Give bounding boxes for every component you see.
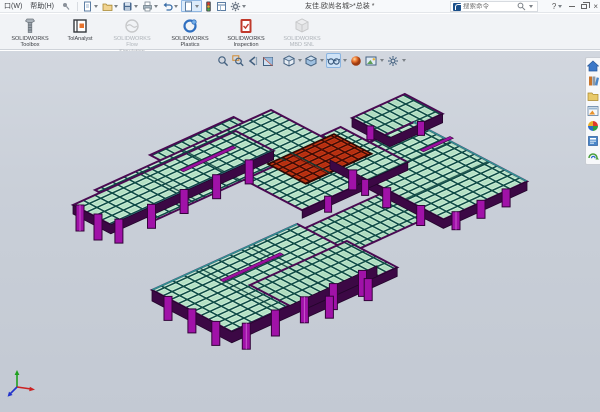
- coordinate-triad: [6, 366, 42, 400]
- toolbar-separator: [77, 2, 78, 11]
- restore-button[interactable]: [581, 4, 587, 9]
- edit-appearance-button[interactable]: [349, 54, 363, 68]
- headsup-view-toolbar: [216, 53, 407, 68]
- command-search[interactable]: [450, 1, 538, 12]
- title-bar: 口(W) 帮助(H): [0, 0, 600, 13]
- inspection-icon: [237, 17, 255, 35]
- ribbon-button-label: TolAnalyst: [52, 36, 108, 42]
- minimize-button[interactable]: [569, 6, 575, 8]
- hide-show-items-button[interactable]: [326, 53, 341, 68]
- display-style-button[interactable]: [304, 54, 318, 68]
- rebuild-traffic-light-button[interactable]: [203, 0, 214, 12]
- dropdown-caret[interactable]: [94, 5, 98, 8]
- plastics-icon: [181, 17, 199, 35]
- help-button[interactable]: ?: [552, 2, 556, 11]
- file-explorer-tab[interactable]: [587, 90, 599, 102]
- options-button[interactable]: [229, 0, 248, 12]
- document-title: 友佳.欧尚名城>*总装 *: [305, 1, 374, 11]
- dropdown-caret[interactable]: [380, 59, 384, 62]
- task-pane-tabs: [585, 57, 600, 165]
- graphics-viewport[interactable]: [0, 51, 600, 412]
- print-button[interactable]: [141, 0, 160, 12]
- close-button[interactable]: ×: [593, 3, 598, 11]
- selected-tool-button[interactable]: [181, 0, 202, 12]
- ribbon-button-label: SOLIDWORKSToolbox: [2, 36, 58, 49]
- save-button[interactable]: [121, 0, 140, 12]
- custom-properties-tab[interactable]: [587, 135, 599, 147]
- dropdown-caret[interactable]: [242, 5, 246, 8]
- view-settings-button[interactable]: [386, 54, 400, 68]
- solidworks-logo-icon: [453, 3, 461, 11]
- ribbon-button-plastics[interactable]: SOLIDWORKSPlastics: [162, 16, 218, 49]
- section-view-button[interactable]: [261, 54, 275, 68]
- undo-button[interactable]: [161, 0, 180, 12]
- ribbon-button-inspection[interactable]: SOLIDWORKSInspection: [218, 16, 274, 49]
- apply-scene-button[interactable]: [364, 54, 378, 68]
- file-properties-button[interactable]: [215, 0, 228, 12]
- design-library-tab[interactable]: [587, 75, 599, 87]
- view-orientation-button[interactable]: [282, 54, 296, 68]
- ribbon-button-mbd-snl: SOLIDWORKSMBD SNL: [274, 16, 330, 49]
- command-search-input[interactable]: [463, 3, 515, 10]
- zoom-to-area-button[interactable]: [231, 54, 245, 68]
- dropdown-caret[interactable]: [195, 5, 199, 8]
- search-dropdown-caret[interactable]: [529, 5, 533, 8]
- solidworks-forum-tab[interactable]: [587, 150, 599, 162]
- ribbon-addins-tab: SOLIDWORKSToolbox TolAnalyst SOLIDWORKSF…: [0, 14, 600, 50]
- pin-icon[interactable]: [61, 1, 71, 11]
- ribbon-button-flow-simulation: SOLIDWORKSFlowSimulation: [102, 16, 162, 55]
- solidworks-resources-tab[interactable]: [587, 60, 599, 72]
- model-3d-view[interactable]: [0, 51, 600, 412]
- dropdown-caret[interactable]: [402, 59, 406, 62]
- standard-toolbar: [81, 0, 248, 12]
- dropdown-caret[interactable]: [320, 59, 324, 62]
- zoom-to-fit-button[interactable]: [216, 54, 230, 68]
- dropdown-caret[interactable]: [134, 5, 138, 8]
- search-icon[interactable]: [517, 2, 526, 11]
- help-dropdown-caret[interactable]: [558, 5, 562, 8]
- dropdown-caret[interactable]: [298, 59, 302, 62]
- tolanalyst-icon: [71, 17, 89, 35]
- toolbox-icon: [21, 17, 39, 35]
- dropdown-caret[interactable]: [343, 59, 347, 62]
- ribbon-button-label: SOLIDWORKSInspection: [218, 36, 274, 49]
- view-palette-tab[interactable]: [587, 105, 599, 117]
- previous-view-button[interactable]: [246, 54, 260, 68]
- ribbon-button-label: SOLIDWORKSMBD SNL: [274, 36, 330, 49]
- menu-help[interactable]: 帮助(H): [26, 1, 58, 11]
- appearances-scenes-tab[interactable]: [587, 120, 599, 132]
- dropdown-caret[interactable]: [154, 5, 158, 8]
- mbd-snl-icon: [293, 17, 311, 35]
- ribbon-button-solidworks-toolbox[interactable]: SOLIDWORKSToolbox: [2, 16, 58, 49]
- dropdown-caret[interactable]: [174, 5, 178, 8]
- menu-window[interactable]: 口(W): [0, 1, 26, 11]
- window-controls: ? ×: [552, 0, 598, 13]
- ribbon-button-tolanalyst[interactable]: TolAnalyst: [58, 16, 102, 42]
- new-document-button[interactable]: [81, 0, 100, 12]
- dropdown-caret[interactable]: [114, 5, 118, 8]
- flow-simulation-icon: [123, 17, 141, 35]
- ribbon-button-label: SOLIDWORKSPlastics: [162, 36, 218, 49]
- open-button[interactable]: [101, 0, 120, 12]
